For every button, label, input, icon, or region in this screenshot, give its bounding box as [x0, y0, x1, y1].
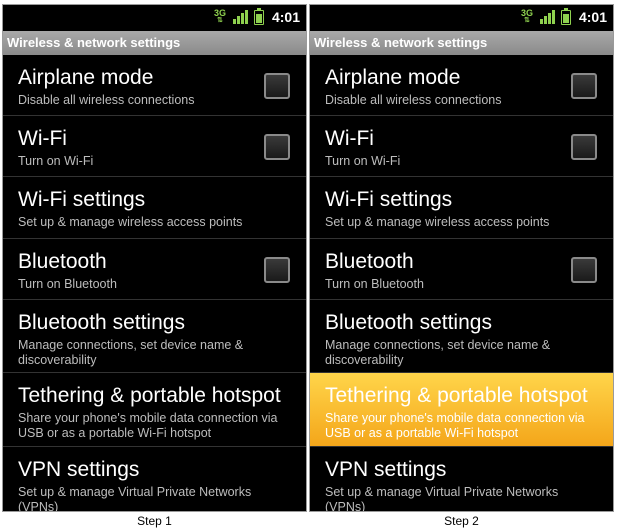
airplane-mode-item[interactable]: Airplane mode Disable all wireless conne…	[3, 55, 306, 116]
signal-strength-icon	[539, 10, 555, 24]
item-title: Wi-Fi	[325, 127, 374, 150]
vpn-settings-item[interactable]: VPN settings Set up & manage Virtual Pri…	[310, 447, 613, 512]
item-subtitle: Manage connections, set device name & di…	[18, 338, 244, 367]
item-subtitle: Turn on Wi-Fi	[18, 154, 94, 168]
item-subtitle: Disable all wireless connections	[325, 93, 502, 107]
item-title: Bluetooth settings	[325, 311, 492, 334]
clock: 4:01	[578, 9, 607, 25]
phone-screen-step-1: 3G ⇅ 4:01 Wireless & network settings Air…	[2, 4, 307, 512]
tethering-hotspot-item-selected[interactable]: Tethering & portable hotspot Share your …	[310, 373, 613, 447]
airplane-mode-checkbox[interactable]	[571, 73, 597, 99]
wifi-checkbox[interactable]	[264, 134, 290, 160]
item-subtitle: Manage connections, set device name & di…	[325, 338, 551, 367]
network-3g-icon: 3G ⇅	[213, 8, 226, 25]
screen-title: Wireless & network settings	[310, 31, 613, 55]
item-title: VPN settings	[18, 458, 140, 481]
item-subtitle: Turn on Wi-Fi	[325, 154, 401, 168]
wifi-item[interactable]: Wi-Fi Turn on Wi-Fi	[310, 116, 613, 177]
bluetooth-item[interactable]: Bluetooth Turn on Bluetooth	[310, 239, 613, 300]
bluetooth-settings-item[interactable]: Bluetooth settings Manage connections, s…	[310, 300, 613, 373]
item-subtitle: Share your phone's mobile data connectio…	[18, 411, 278, 440]
item-title: Airplane mode	[18, 66, 154, 89]
item-title: Bluetooth	[18, 250, 107, 273]
item-title: Wi-Fi settings	[18, 188, 146, 211]
item-title: Tethering & portable hotspot	[325, 384, 588, 407]
battery-icon	[253, 7, 264, 25]
step-2-caption: Step 2	[444, 514, 479, 528]
item-subtitle: Set up & manage wireless access points	[325, 215, 550, 229]
item-title: Wi-Fi settings	[325, 188, 453, 211]
item-subtitle: Set up & manage Virtual Private Networks…	[18, 485, 252, 512]
item-title: VPN settings	[325, 458, 447, 481]
item-subtitle: Turn on Bluetooth	[18, 277, 117, 291]
item-subtitle: Turn on Bluetooth	[325, 277, 424, 291]
wifi-checkbox[interactable]	[571, 134, 597, 160]
battery-icon	[560, 7, 571, 25]
status-bar: 3G ⇅ 4:01	[310, 5, 613, 31]
step-1-caption: Step 1	[137, 514, 172, 528]
bluetooth-checkbox[interactable]	[571, 257, 597, 283]
wifi-item[interactable]: Wi-Fi Turn on Wi-Fi	[3, 116, 306, 177]
status-bar: 3G ⇅ 4:01	[3, 5, 306, 31]
wifi-settings-item[interactable]: Wi-Fi settings Set up & manage wireless …	[310, 177, 613, 239]
vpn-settings-item[interactable]: VPN settings Set up & manage Virtual Pri…	[3, 447, 306, 512]
airplane-mode-item[interactable]: Airplane mode Disable all wireless conne…	[310, 55, 613, 116]
item-title: Tethering & portable hotspot	[18, 384, 281, 407]
item-title: Wi-Fi	[18, 127, 67, 150]
item-subtitle: Set up & manage Virtual Private Networks…	[325, 485, 559, 512]
network-3g-icon: 3G ⇅	[520, 8, 533, 25]
wifi-settings-item[interactable]: Wi-Fi settings Set up & manage wireless …	[3, 177, 306, 239]
bluetooth-settings-item[interactable]: Bluetooth settings Manage connections, s…	[3, 300, 306, 373]
airplane-mode-checkbox[interactable]	[264, 73, 290, 99]
item-subtitle: Disable all wireless connections	[18, 93, 195, 107]
screen-title: Wireless & network settings	[3, 31, 306, 55]
item-title: Bluetooth settings	[18, 311, 185, 334]
phone-screen-step-2: 3G ⇅ 4:01 Wireless & network settings Air…	[309, 4, 614, 512]
item-subtitle: Share your phone's mobile data connectio…	[325, 411, 585, 440]
signal-strength-icon	[232, 10, 248, 24]
item-title: Airplane mode	[325, 66, 461, 89]
item-title: Bluetooth	[325, 250, 414, 273]
bluetooth-item[interactable]: Bluetooth Turn on Bluetooth	[3, 239, 306, 300]
item-subtitle: Set up & manage wireless access points	[18, 215, 243, 229]
tethering-hotspot-item[interactable]: Tethering & portable hotspot Share your …	[3, 373, 306, 447]
clock: 4:01	[271, 9, 300, 25]
bluetooth-checkbox[interactable]	[264, 257, 290, 283]
